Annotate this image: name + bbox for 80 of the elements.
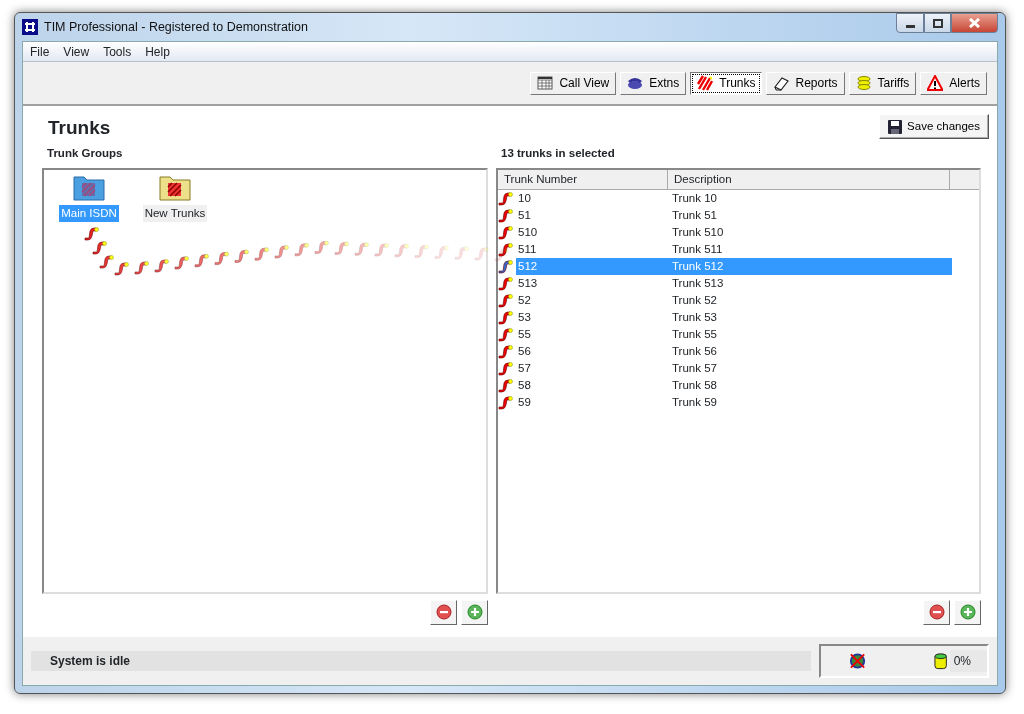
close-icon <box>969 18 980 28</box>
description-cell[interactable]: Trunk 57 <box>670 359 952 378</box>
menu-item[interactable]: Help <box>138 42 177 61</box>
save-changes-button[interactable]: Save changes <box>879 114 989 139</box>
menu-item[interactable]: Tools <box>96 42 139 61</box>
app-logo-icon <box>22 19 38 35</box>
maximize-button[interactable] <box>924 13 951 33</box>
description-cell[interactable]: Trunk 55 <box>670 325 952 344</box>
trunk-number-cell[interactable]: 52 <box>516 291 533 310</box>
description-cell[interactable]: Trunk 56 <box>670 342 952 361</box>
menu-item[interactable]: View <box>56 42 97 61</box>
window-title: TIM Professional - Registered to Demonstration <box>44 18 308 36</box>
plus-icon <box>959 604 976 621</box>
page-title: Trunks <box>48 116 111 140</box>
pencil-paper-icon <box>773 75 790 91</box>
description-cell[interactable]: Trunk 513 <box>670 274 952 293</box>
trunk-icon <box>498 326 514 343</box>
table-icon <box>537 75 554 91</box>
minimize-icon <box>905 24 915 28</box>
group-item[interactable]: New Trunks <box>142 204 208 222</box>
trunk-icon <box>498 224 514 241</box>
section-heading: Trunk Groups <box>46 145 124 161</box>
description-cell[interactable]: Trunk 53 <box>670 308 952 327</box>
trunk-number-cell[interactable]: 511 <box>516 240 539 259</box>
toolbar-button[interactable]: Trunks <box>690 71 763 95</box>
maximize-icon <box>932 18 943 28</box>
striped-flag-icon <box>697 75 714 91</box>
disconnected-globe-icon <box>849 652 867 670</box>
trunk-number-cell[interactable]: 56 <box>516 342 533 361</box>
trunk-number-cell[interactable]: 10 <box>516 189 533 208</box>
toolbar-button[interactable]: Call View <box>530 71 617 95</box>
toolbar-button[interactable]: Extns <box>620 71 687 95</box>
column-header[interactable]: Trunk Number <box>498 169 668 190</box>
add-button[interactable] <box>461 599 488 625</box>
remove-button[interactable] <box>430 599 457 625</box>
remove-button[interactable] <box>923 599 950 625</box>
minimize-button[interactable] <box>896 13 924 33</box>
trunk-icon <box>498 394 514 411</box>
trunk-icon <box>498 241 514 258</box>
minus-icon <box>435 604 452 621</box>
minus-icon <box>928 604 945 621</box>
description-cell[interactable]: Trunk 59 <box>670 393 952 412</box>
close-button[interactable] <box>951 13 998 33</box>
trunk-icon <box>498 360 514 377</box>
trunk-number-cell[interactable]: 510 <box>516 223 540 242</box>
description-cell[interactable]: Trunk 510 <box>670 223 952 242</box>
description-cell[interactable]: Trunk 52 <box>670 291 952 310</box>
trunk-icon <box>498 258 514 275</box>
column-header[interactable]: Description <box>668 169 950 190</box>
trunk-number-cell[interactable]: 55 <box>516 325 533 344</box>
section-heading: 13 trunks in selected <box>500 145 616 161</box>
trunk-icon <box>498 309 514 326</box>
coins-icon <box>855 75 872 91</box>
database-icon <box>934 652 948 670</box>
add-button[interactable] <box>954 599 981 625</box>
trunk-icon <box>498 207 514 224</box>
trunk-icon <box>498 275 514 292</box>
trunk-number-cell[interactable]: 58 <box>516 376 533 395</box>
description-cell[interactable]: Trunk 10 <box>670 189 952 208</box>
trunk-number-cell[interactable]: 51 <box>516 206 533 225</box>
trunk-icon <box>498 377 514 394</box>
warning-icon <box>927 75 944 91</box>
toolbar-button[interactable]: Tariffs <box>848 71 917 95</box>
trunk-icon <box>498 343 514 360</box>
trunk-number-cell[interactable]: 59 <box>516 393 533 412</box>
trunk-number-cell[interactable]: 513 <box>516 274 540 293</box>
trunk-icon <box>498 190 514 207</box>
toolbar-button[interactable]: Reports <box>766 71 845 95</box>
toolbar-button[interactable]: Alerts <box>920 71 987 95</box>
status-message: System is idle <box>31 651 811 671</box>
telephone-icon <box>627 75 644 91</box>
description-cell[interactable]: Trunk 511 <box>670 240 952 259</box>
description-cell[interactable]: Trunk 58 <box>670 376 952 395</box>
usage-percent: 0% <box>949 650 987 672</box>
trunk-number-cell[interactable]: 57 <box>516 359 533 378</box>
trunk-number-cell[interactable]: 53 <box>516 308 533 327</box>
trunk-icon <box>498 292 514 309</box>
description-cell[interactable]: Trunk 51 <box>670 206 952 225</box>
plus-icon <box>466 604 483 621</box>
menu-item[interactable]: File <box>23 42 57 61</box>
